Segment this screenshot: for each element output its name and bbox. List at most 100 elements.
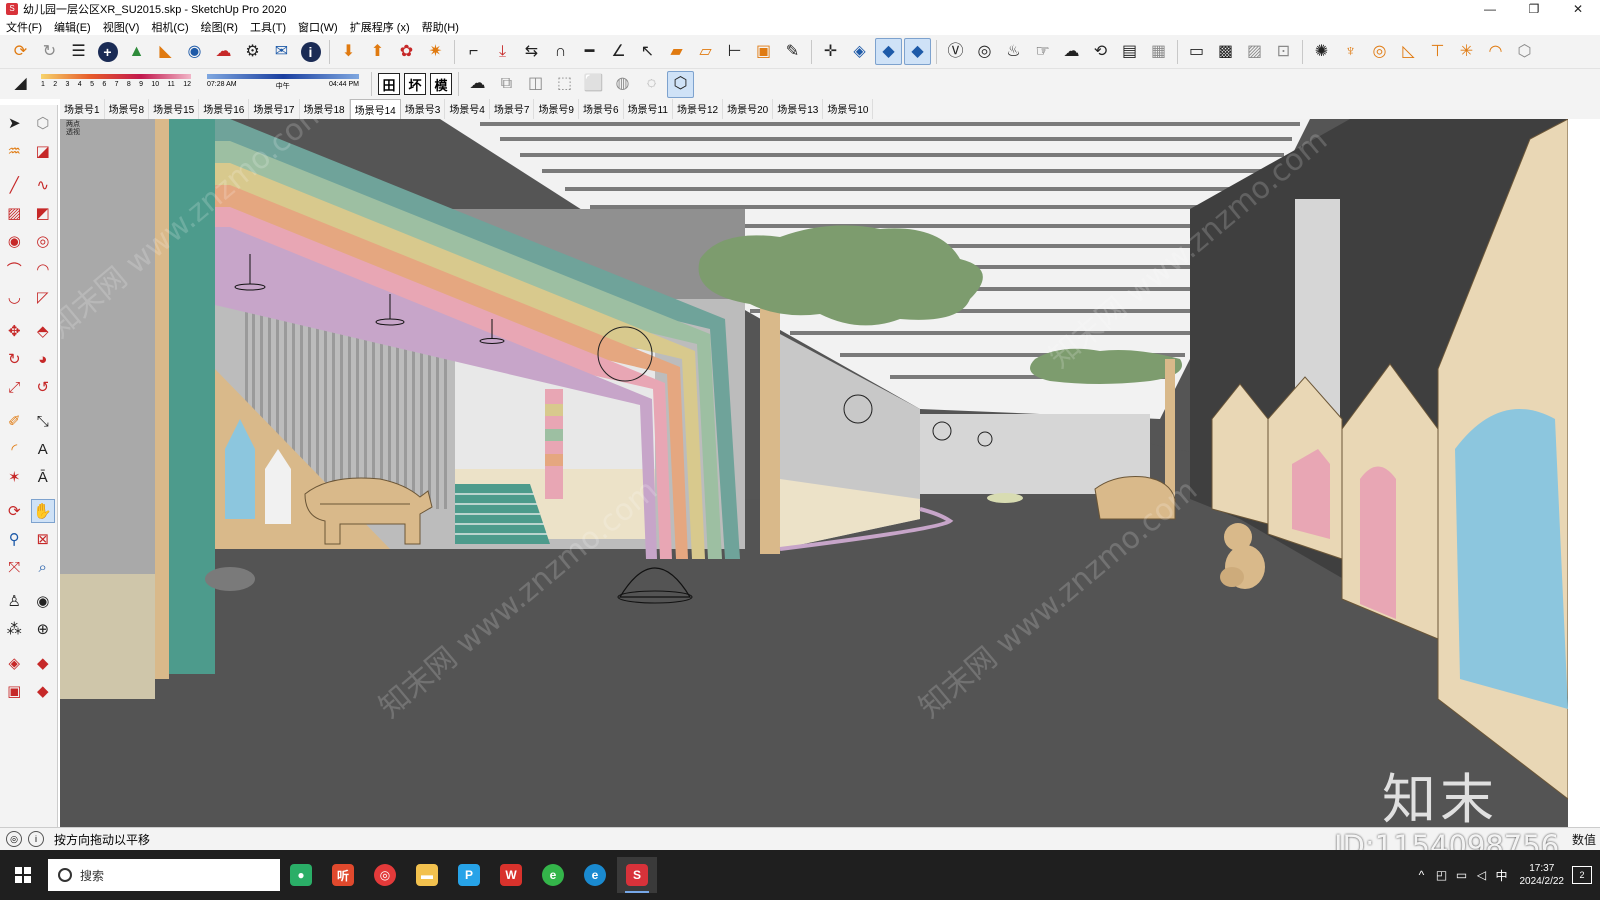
export-icon[interactable]: ⬆ [364,38,391,65]
cloud-upload-icon[interactable]: ☁ [210,38,237,65]
tab-scene-13[interactable]: 场景号13 [773,99,824,119]
protractor-icon[interactable]: ◜ [2,437,26,461]
push-pull-icon[interactable]: ⬘ [31,319,55,343]
menu-help[interactable]: 帮助(H) [416,19,465,35]
offset-icon[interactable]: ↺ [31,375,55,399]
tab-scene-3[interactable]: 场景号3 [401,99,446,119]
frame-buffer-icon[interactable]: ▤ [1116,38,1143,65]
tab-scene-9[interactable]: 场景号9 [534,99,579,119]
textured-icon[interactable]: ◌ [638,71,665,98]
lightgen-icon[interactable]: ▦ [1145,38,1172,65]
dimension-tool-icon[interactable]: ⤡ [31,409,55,433]
pan-hand-icon[interactable]: ✋ [30,499,55,523]
rectangle-icon[interactable]: ▨ [2,201,26,225]
cube-blue-icon[interactable]: ◈ [846,38,873,65]
tab-scene-17[interactable]: 场景号17 [249,99,300,119]
polygon-icon[interactable]: ◎ [31,229,55,253]
drop-to-ground-icon[interactable]: ⤓ [489,38,516,65]
pie-icon[interactable]: ◸ [31,285,55,309]
tab-scene-12[interactable]: 场景号12 [673,99,724,119]
make-component-icon[interactable]: ⬡ [31,111,55,135]
tab-scene-4[interactable]: 场景号4 [445,99,490,119]
zoom-window-icon[interactable]: ⊠ [31,527,55,551]
follow-me-icon[interactable]: ◕ [31,347,55,371]
rotate-icon[interactable]: ↻ [2,347,26,371]
taskbar-wps[interactable]: W [491,857,531,893]
position-camera-icon[interactable]: ♙ [2,589,26,613]
three-point-arc-icon[interactable]: ◡ [2,285,26,309]
info-icon[interactable]: i [297,38,324,65]
tab-scene-11[interactable]: 场景号11 [624,99,673,119]
start-button[interactable] [0,859,46,891]
taskbar-app-p[interactable]: P [449,857,489,893]
previous-view-icon[interactable]: ⌕ [31,555,55,579]
align-icon[interactable]: ⇆ [518,38,545,65]
paint-bucket-icon[interactable]: ♒ [2,139,26,163]
wireframe-icon[interactable]: ⬚ [551,71,578,98]
dome-light-icon[interactable]: ◠ [1482,38,1509,65]
line-icon[interactable]: ━ [576,38,603,65]
menu-view[interactable]: 视图(V) [97,19,146,35]
taskbar-wechat[interactable]: ● [281,857,321,893]
section-icon[interactable]: ⧉ [493,71,520,98]
tab-scene-10[interactable]: 场景号10 [823,99,874,119]
style-button-3[interactable]: 模 [430,73,452,95]
move-center-icon[interactable]: ✛ [817,38,844,65]
dimension-icon[interactable]: ⊢ [721,38,748,65]
move-icon[interactable]: ✥ [2,319,26,343]
plugin-logo-icon[interactable]: ⟳ [7,38,34,65]
taskbar-app-listen[interactable]: 听 [323,857,363,893]
geo-location-icon[interactable]: ◎ [6,831,22,847]
rotated-rectangle-icon[interactable]: ◩ [31,201,55,225]
material-icon[interactable]: ✿ [393,38,420,65]
menu-file[interactable]: 文件(F) [0,19,48,35]
plank-icon[interactable]: ▱ [692,38,719,65]
chevron-up-icon[interactable]: ^ [1413,868,1431,882]
tab-scene-7[interactable]: 场景号7 [490,99,535,119]
share-model-icon[interactable]: ◆ [31,651,55,675]
minimize-button[interactable]: — [1468,0,1512,18]
notification-center-icon[interactable]: 2 [1572,866,1592,884]
vray-logo-icon[interactable]: Ⓥ [942,38,969,65]
angle-icon[interactable]: ∠ [605,38,632,65]
zoom-extents-icon[interactable]: ⤧ [2,555,26,579]
shadow-time-slider[interactable]: 07:28 AM 中午 04:44 PM [207,71,367,97]
3d-text-icon[interactable]: Ā [31,465,55,489]
batch-render-icon[interactable]: ⟲ [1087,38,1114,65]
ies-light-icon[interactable]: ⊤ [1424,38,1451,65]
menu-window[interactable]: 窗口(W) [292,19,344,35]
xray-icon[interactable]: ◫ [522,71,549,98]
menu-draw[interactable]: 绘图(R) [195,19,244,35]
axes-icon[interactable]: ✶ [2,465,26,489]
tray-app-icon[interactable]: ◰ [1433,868,1451,882]
line-tool-icon[interactable]: ╱ [2,173,26,197]
two-point-arc-icon[interactable]: ◠ [31,257,55,281]
menu-tools[interactable]: 工具(T) [244,19,292,35]
taskbar-clock[interactable]: 17:37 2024/2/22 [1520,862,1565,888]
eraser-shadow-icon[interactable]: ◢ [7,71,34,98]
section-plane-icon[interactable]: ⊕ [31,617,55,641]
warehouse-icon[interactable]: ◈ [2,651,26,675]
orbit-icon[interactable]: ⟳ [2,499,26,523]
cloud-render-icon[interactable]: ☁ [1058,38,1085,65]
tab-scene-8[interactable]: 场景号8 [105,99,150,119]
settings-gear-icon[interactable]: ⚙ [239,38,266,65]
pen-icon[interactable]: ✎ [779,38,806,65]
tab-scene-18[interactable]: 场景号18 [300,99,350,119]
add-icon[interactable]: + [94,38,121,65]
walk-icon[interactable]: ⁂ [2,617,26,641]
tab-scene-20[interactable]: 场景号20 [723,99,774,119]
tab-scene-6[interactable]: 场景号6 [579,99,624,119]
mail-icon[interactable]: ✉ [268,38,295,65]
tree-icon[interactable]: ▲ [123,38,150,65]
style-button-2[interactable]: 坏 [404,73,426,95]
network-icon[interactable]: ▭ [1453,868,1471,882]
style-button-1[interactable]: 田 [378,73,400,95]
taskbar-edge[interactable]: e [575,857,615,893]
zoom-icon[interactable]: ⚲ [2,527,26,551]
refresh-icon[interactable]: ↻ [36,38,63,65]
grid-sphere-icon[interactable]: ◉ [181,38,208,65]
box-icon[interactable]: ▣ [750,38,777,65]
layers-icon[interactable]: ☰ [65,38,92,65]
arc-icon[interactable]: ∩ [547,38,574,65]
